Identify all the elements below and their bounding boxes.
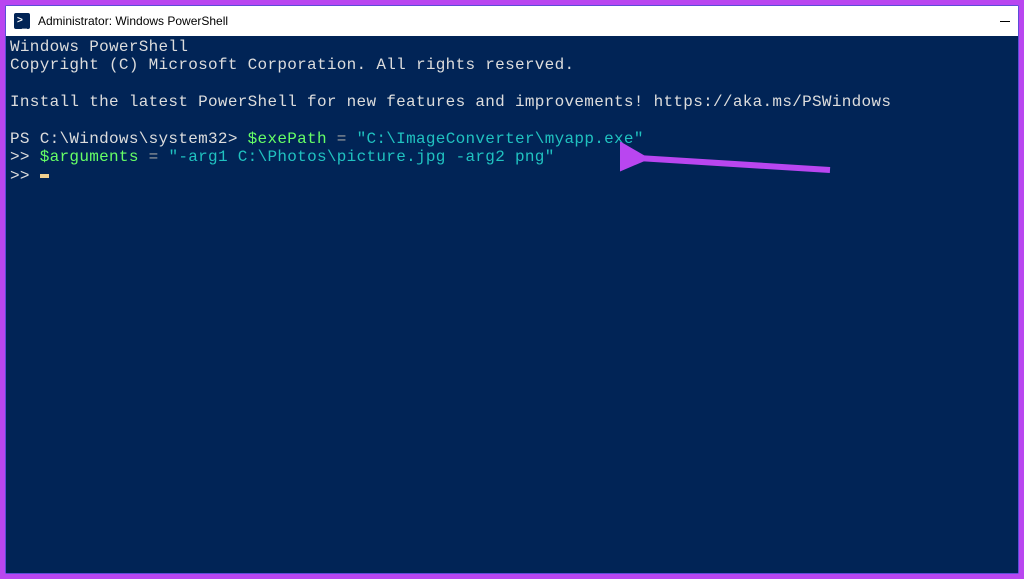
variable-arguments: $arguments <box>40 148 139 166</box>
cursor <box>40 174 49 178</box>
minimize-button[interactable] <box>1000 21 1010 22</box>
window-title: Administrator: Windows PowerShell <box>38 14 1000 28</box>
prompt-1-prefix: PS C:\Windows\system32> <box>10 130 248 148</box>
equals-1: = <box>327 130 357 148</box>
header-line-2: Copyright (C) Microsoft Corporation. All… <box>10 56 574 74</box>
prompt-3-prefix: >> <box>10 167 40 185</box>
string-exepath-value: "C:\ImageConverter\myapp.exe" <box>357 130 644 148</box>
powershell-icon <box>14 13 30 29</box>
string-arguments-value: "-arg1 C:\Photos\picture.jpg -arg2 png" <box>168 148 554 166</box>
terminal-area[interactable]: Windows PowerShell Copyright (C) Microso… <box>6 36 1018 573</box>
powershell-window: Administrator: Windows PowerShell Window… <box>5 5 1019 574</box>
install-line: Install the latest PowerShell for new fe… <box>10 93 891 111</box>
variable-exepath: $exePath <box>248 130 327 148</box>
prompt-2-prefix: >> <box>10 148 40 166</box>
window-controls <box>1000 21 1010 22</box>
header-line-1: Windows PowerShell <box>10 38 188 56</box>
titlebar[interactable]: Administrator: Windows PowerShell <box>6 6 1018 36</box>
equals-2: = <box>139 148 169 166</box>
